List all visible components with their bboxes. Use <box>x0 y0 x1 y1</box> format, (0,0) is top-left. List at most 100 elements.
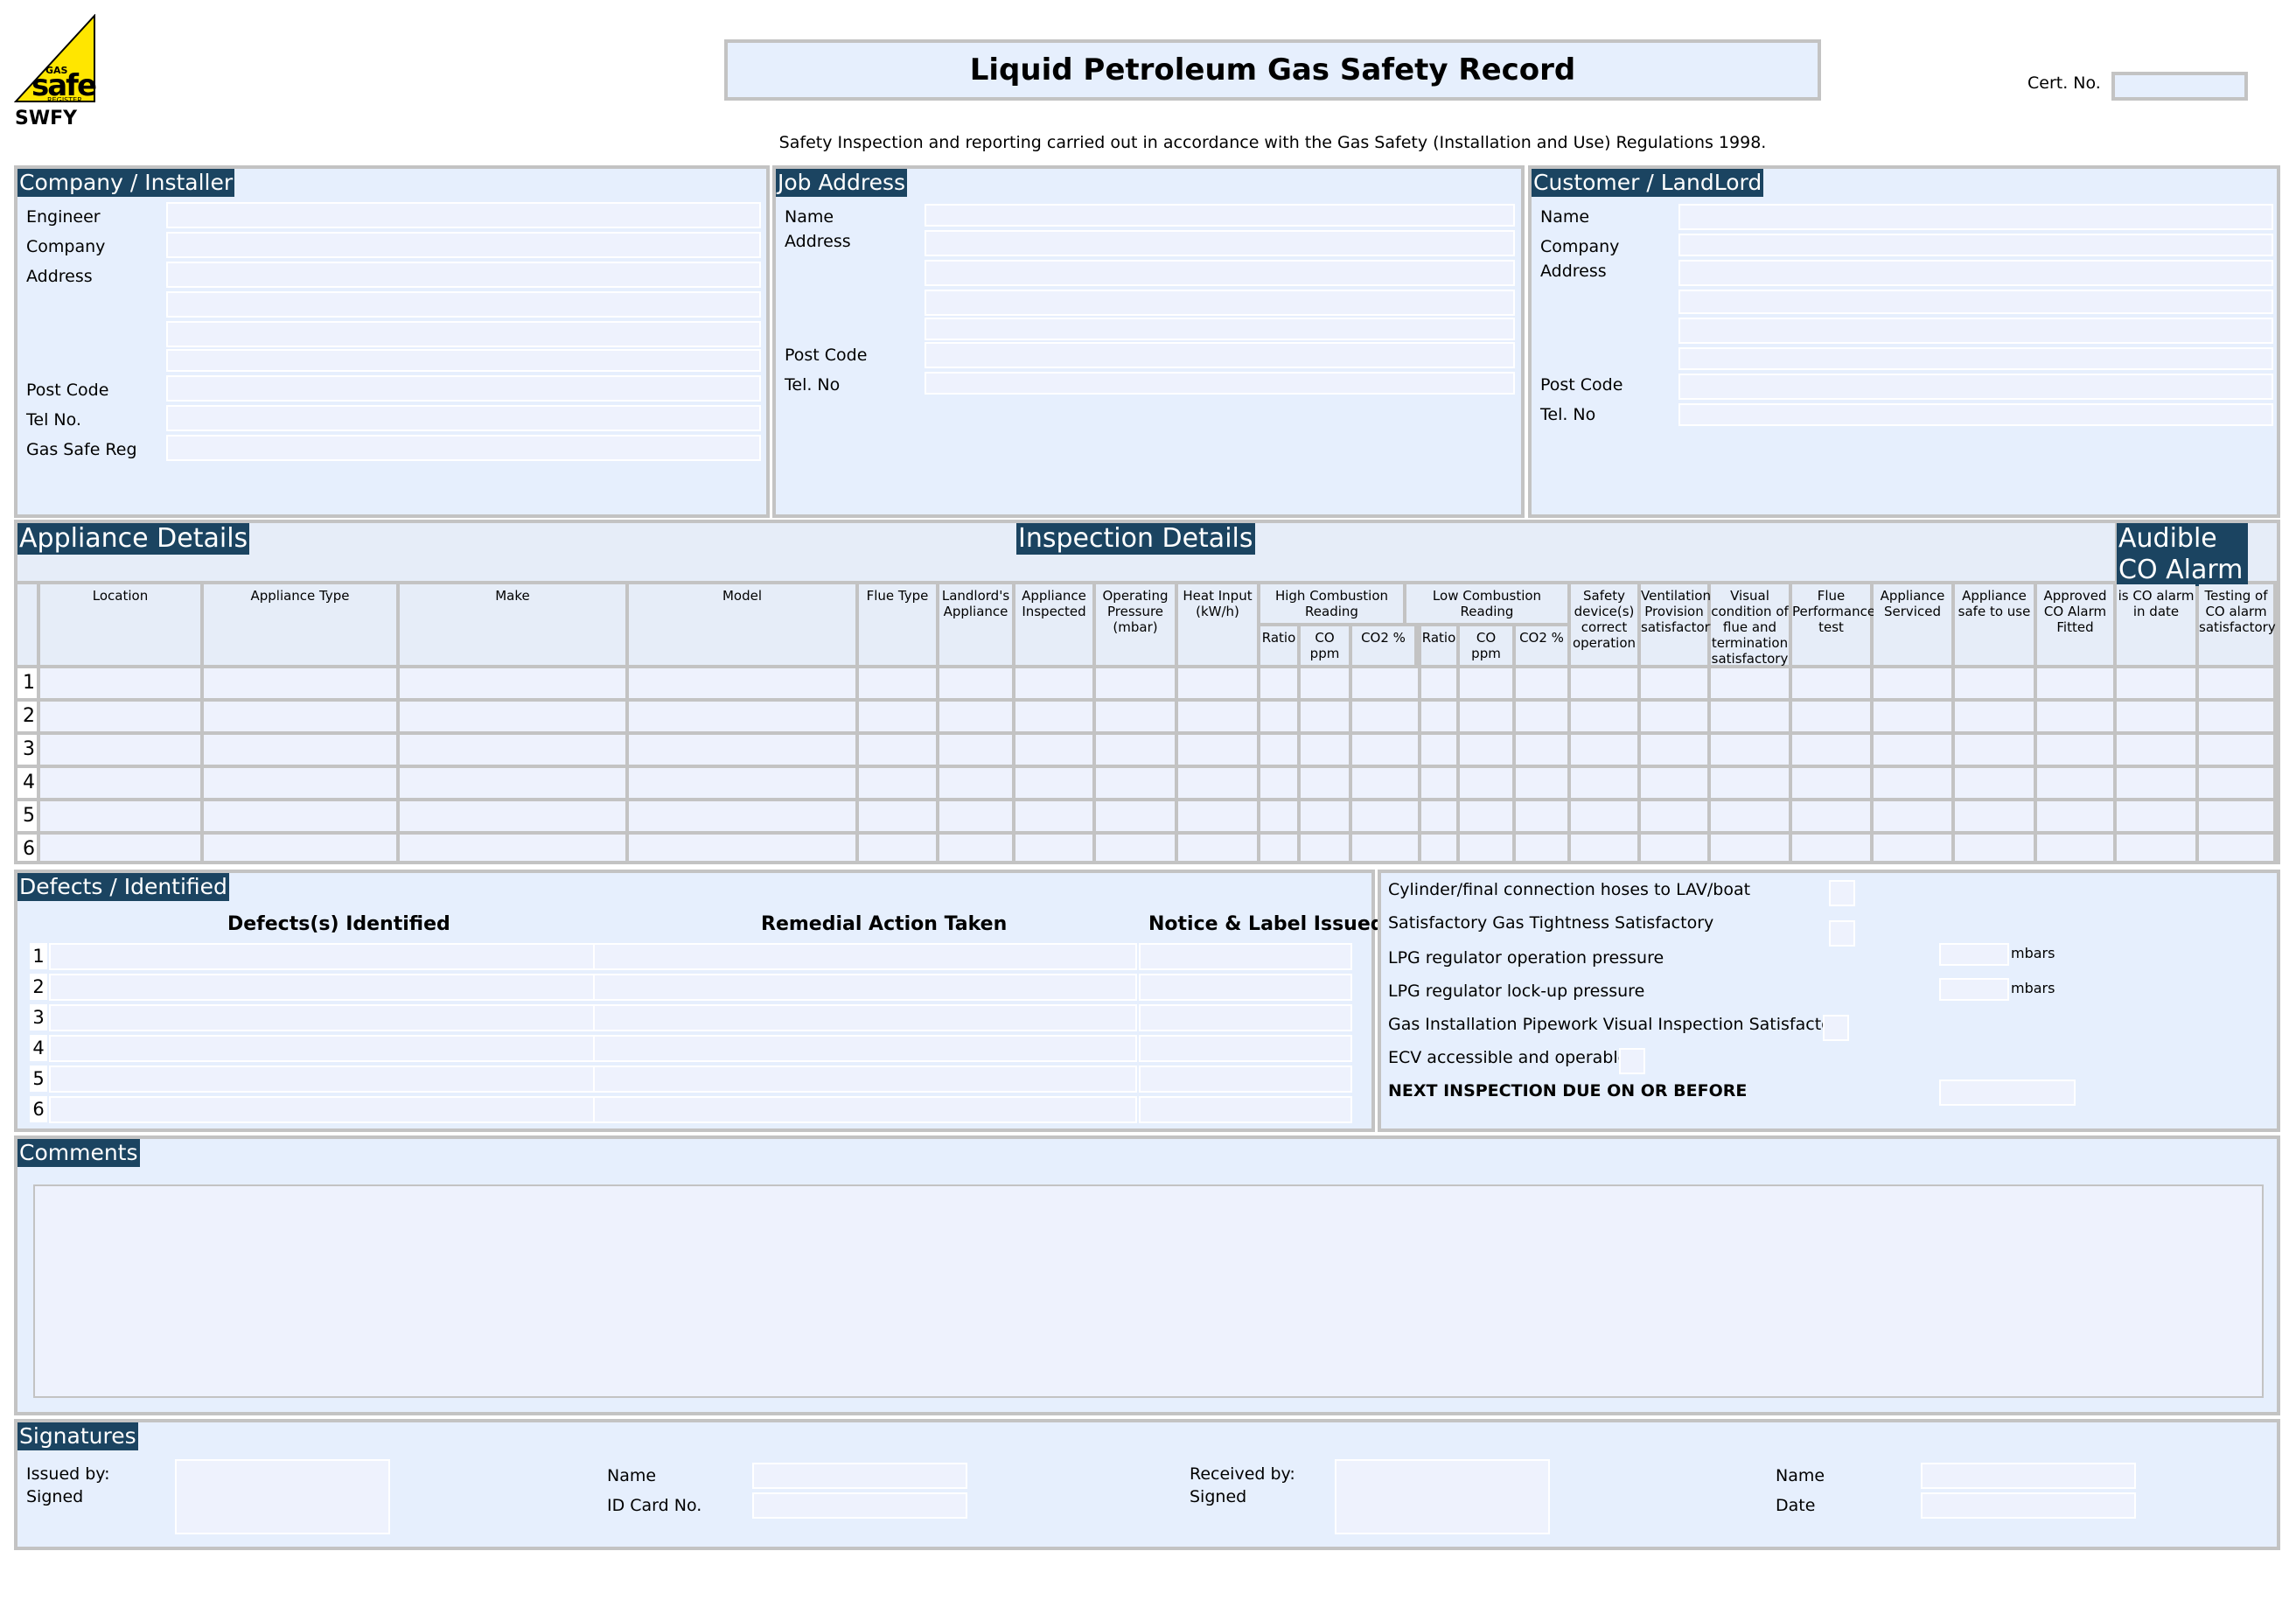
appliance-row-6-cell[interactable] <box>1260 835 1297 861</box>
appliance-row-3-cell[interactable] <box>859 735 936 765</box>
appliance-row-3-cell[interactable] <box>40 735 200 765</box>
appliance-row-4-cell[interactable] <box>1352 768 1418 798</box>
appliance-row-5-cell[interactable] <box>1301 801 1349 831</box>
job-name-input[interactable] <box>925 204 1515 227</box>
appliance-row-5-cell[interactable] <box>1352 801 1418 831</box>
appliance-row-3-cell[interactable] <box>1015 735 1092 765</box>
appliance-row-6-cell[interactable] <box>1874 835 1951 861</box>
appliance-row-5-cell[interactable] <box>939 801 1012 831</box>
appliance-row-2-cell[interactable] <box>1460 702 1512 731</box>
appliance-row-4-cell[interactable] <box>400 768 625 798</box>
appliance-row-4-cell[interactable] <box>1955 768 2034 798</box>
address-line-2-input[interactable] <box>166 291 761 318</box>
customer-company-input[interactable] <box>1678 234 2273 256</box>
appliance-row-1-cell[interactable] <box>1352 668 1418 698</box>
address-line-1-input[interactable] <box>166 262 761 288</box>
notice-label-input[interactable] <box>1139 1035 1352 1062</box>
notice-label-input[interactable] <box>1139 1004 1352 1031</box>
appliance-row-2-cell[interactable] <box>629 702 855 731</box>
appliance-row-6-cell[interactable] <box>1421 835 1456 861</box>
appliance-row-1-cell[interactable] <box>1955 668 2034 698</box>
appliance-row-5-cell[interactable] <box>1260 801 1297 831</box>
appliance-row-3-cell[interactable] <box>1571 735 1637 765</box>
appliance-row-1-cell[interactable] <box>2199 668 2273 698</box>
job-tel-input[interactable] <box>925 372 1515 395</box>
appliance-row-2-cell[interactable] <box>1955 702 2034 731</box>
appliance-row-6-cell[interactable] <box>1792 835 1870 861</box>
appliance-row-4-cell[interactable] <box>1015 768 1092 798</box>
appliance-row-6-cell[interactable] <box>1641 835 1707 861</box>
appliance-row-2-cell[interactable] <box>2199 702 2273 731</box>
job-address-line-4-input[interactable] <box>925 318 1515 340</box>
appliance-row-1-cell[interactable] <box>1641 668 1707 698</box>
appliance-row-6-cell[interactable] <box>1460 835 1512 861</box>
appliance-row-3-cell[interactable] <box>1516 735 1567 765</box>
appliance-row-2-cell[interactable] <box>1711 702 1789 731</box>
appliance-row-4-cell[interactable] <box>204 768 396 798</box>
notice-label-input[interactable] <box>1139 1066 1352 1093</box>
appliance-row-1-cell[interactable] <box>1571 668 1637 698</box>
remedial-action-input[interactable] <box>593 1004 1137 1031</box>
appliance-row-6-cell[interactable] <box>1571 835 1637 861</box>
appliance-row-1-cell[interactable] <box>1096 668 1175 698</box>
appliance-row-3-cell[interactable] <box>939 735 1012 765</box>
appliance-row-3-cell[interactable] <box>2117 735 2195 765</box>
appliance-row-5-cell[interactable] <box>1955 801 2034 831</box>
defect-description-input[interactable] <box>49 943 609 970</box>
appliance-row-2-cell[interactable] <box>2037 702 2113 731</box>
appliance-row-3-cell[interactable] <box>1301 735 1349 765</box>
appliance-row-5-cell[interactable] <box>1711 801 1789 831</box>
appliance-row-3-cell[interactable] <box>1421 735 1456 765</box>
appliance-row-1-cell[interactable] <box>859 668 936 698</box>
appliance-row-4-cell[interactable] <box>1178 768 1257 798</box>
appliance-row-5-cell[interactable] <box>1571 801 1637 831</box>
received-name-input[interactable] <box>1921 1463 2136 1489</box>
remedial-action-input[interactable] <box>593 1096 1137 1123</box>
appliance-row-3-cell[interactable] <box>1711 735 1789 765</box>
appliance-row-4-cell[interactable] <box>1792 768 1870 798</box>
remedial-action-input[interactable] <box>593 974 1137 1001</box>
appliance-row-1-cell[interactable] <box>629 668 855 698</box>
appliance-row-1-cell[interactable] <box>1792 668 1870 698</box>
appliance-row-3-cell[interactable] <box>1178 735 1257 765</box>
pipework-inspection-checkbox[interactable] <box>1823 1015 1849 1041</box>
job-address-line-3-input[interactable] <box>925 290 1515 316</box>
appliance-row-5-cell[interactable] <box>2117 801 2195 831</box>
appliance-row-4-cell[interactable] <box>859 768 936 798</box>
appliance-row-6-cell[interactable] <box>40 835 200 861</box>
notice-label-input[interactable] <box>1139 974 1352 1001</box>
appliance-row-3-cell[interactable] <box>1096 735 1175 765</box>
engineer-input[interactable] <box>166 202 761 228</box>
appliance-row-6-cell[interactable] <box>1955 835 2034 861</box>
appliance-row-4-cell[interactable] <box>629 768 855 798</box>
appliance-row-3-cell[interactable] <box>400 735 625 765</box>
received-signature-box[interactable] <box>1335 1459 1550 1534</box>
regulator-lockup-input[interactable] <box>1939 978 2009 1001</box>
appliance-row-2-cell[interactable] <box>204 702 396 731</box>
remedial-action-input[interactable] <box>593 1035 1137 1062</box>
appliance-row-4-cell[interactable] <box>1301 768 1349 798</box>
appliance-row-1-cell[interactable] <box>204 668 396 698</box>
appliance-row-5-cell[interactable] <box>1096 801 1175 831</box>
appliance-row-6-cell[interactable] <box>1301 835 1349 861</box>
cert-number-input[interactable] <box>2111 72 2248 101</box>
appliance-row-6-cell[interactable] <box>204 835 396 861</box>
appliance-row-4-cell[interactable] <box>1516 768 1567 798</box>
defect-description-input[interactable] <box>49 1004 609 1031</box>
appliance-row-5-cell[interactable] <box>400 801 625 831</box>
appliance-row-5-cell[interactable] <box>204 801 396 831</box>
appliance-row-1-cell[interactable] <box>1516 668 1567 698</box>
appliance-row-1-cell[interactable] <box>1260 668 1297 698</box>
appliance-row-2-cell[interactable] <box>2117 702 2195 731</box>
tel-input[interactable] <box>166 405 761 431</box>
defect-description-input[interactable] <box>49 1096 609 1123</box>
appliance-row-2-cell[interactable] <box>1874 702 1951 731</box>
appliance-row-2-cell[interactable] <box>1352 702 1418 731</box>
appliance-row-5-cell[interactable] <box>1421 801 1456 831</box>
notice-label-input[interactable] <box>1139 943 1352 970</box>
cylinder-hoses-checkbox[interactable] <box>1829 880 1855 906</box>
postcode-input[interactable] <box>166 375 761 402</box>
appliance-row-3-cell[interactable] <box>2037 735 2113 765</box>
appliance-row-1-cell[interactable] <box>1301 668 1349 698</box>
appliance-row-1-cell[interactable] <box>2037 668 2113 698</box>
